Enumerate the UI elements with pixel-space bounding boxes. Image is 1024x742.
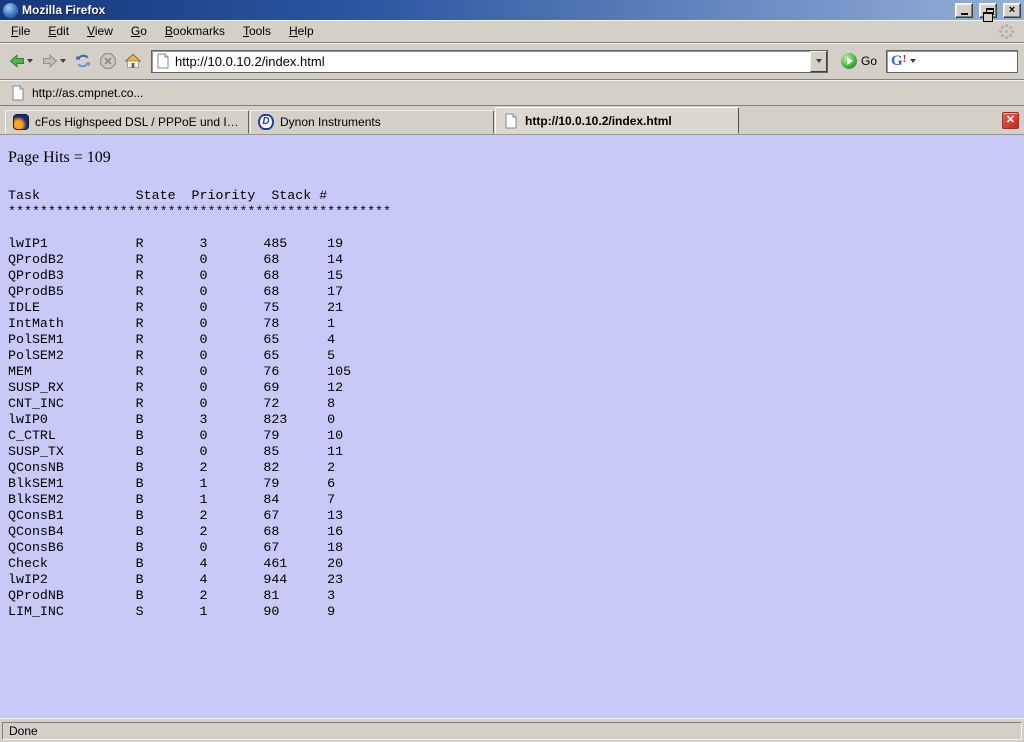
- browser-window: Mozilla Firefox × File Edit View Go Book…: [0, 0, 1024, 742]
- reload-icon: [75, 53, 91, 69]
- page-hits-text: Page Hits = 109: [8, 149, 1016, 167]
- cfos-icon: [13, 114, 29, 130]
- firefox-icon: [3, 3, 18, 18]
- home-button[interactable]: [122, 50, 144, 72]
- minimize-icon: [961, 13, 968, 15]
- tab-index-active[interactable]: http://10.0.10.2/index.html: [495, 107, 739, 134]
- minimize-button[interactable]: [955, 3, 973, 18]
- tab-label: Dynon Instruments: [280, 115, 381, 129]
- go-label: Go: [861, 54, 877, 68]
- close-tab-icon: ✕: [1006, 115, 1015, 126]
- back-dropdown-icon[interactable]: [27, 59, 33, 63]
- status-bar: Done: [0, 718, 1024, 742]
- bookmark-item[interactable]: http://as.cmpnet.co...: [10, 85, 143, 101]
- dynon-icon: D: [258, 114, 274, 130]
- address-bar[interactable]: [151, 50, 828, 73]
- page-icon: [10, 85, 26, 101]
- page-content: Page Hits = 109 Task State Priority Stac…: [0, 135, 1024, 718]
- menu-view[interactable]: View: [78, 21, 122, 41]
- search-box[interactable]: G!: [886, 50, 1018, 73]
- url-dropdown-button[interactable]: [810, 51, 827, 72]
- url-dropdown-icon: [816, 59, 822, 63]
- tab-dynon[interactable]: D Dynon Instruments: [250, 110, 494, 134]
- document-icon: [503, 113, 519, 129]
- task-table: Task State Priority Stack # ************…: [8, 188, 1016, 620]
- forward-arrow-icon: [42, 53, 58, 69]
- menu-bar: File Edit View Go Bookmarks Tools Help: [0, 20, 1024, 43]
- tab-label: cFos Highspeed DSL / PPPoE und ISDN CAP.…: [35, 115, 241, 129]
- close-icon: ×: [1009, 5, 1015, 16]
- restore-button[interactable]: [979, 3, 997, 18]
- forward-button[interactable]: [39, 50, 69, 72]
- go-button[interactable]: Go: [835, 53, 883, 69]
- reload-button[interactable]: [72, 50, 94, 72]
- back-button[interactable]: [6, 50, 36, 72]
- go-icon: [841, 53, 857, 69]
- navigation-toolbar: Go G!: [0, 43, 1024, 80]
- url-input[interactable]: [171, 54, 810, 69]
- page-icon: [155, 53, 171, 69]
- search-engine-dropdown-icon[interactable]: [910, 59, 916, 63]
- menu-file[interactable]: File: [2, 21, 39, 41]
- tab-cfos[interactable]: cFos Highspeed DSL / PPPoE und ISDN CAP.…: [5, 110, 249, 134]
- menu-tools[interactable]: Tools: [234, 21, 280, 41]
- status-text: Done: [2, 722, 1022, 740]
- activity-throbber-icon: [998, 23, 1014, 39]
- menu-bookmarks[interactable]: Bookmarks: [156, 21, 234, 41]
- menu-edit[interactable]: Edit: [39, 21, 78, 41]
- google-icon: G!: [891, 54, 906, 69]
- search-input[interactable]: [918, 53, 1013, 70]
- close-tab-button[interactable]: ✕: [1002, 112, 1019, 129]
- stop-button[interactable]: [97, 50, 119, 72]
- title-bar: Mozilla Firefox ×: [0, 0, 1024, 20]
- restore-icon: [986, 8, 994, 15]
- tab-bar: cFos Highspeed DSL / PPPoE und ISDN CAP.…: [0, 106, 1024, 135]
- close-button[interactable]: ×: [1003, 3, 1021, 18]
- bookmark-label: http://as.cmpnet.co...: [32, 86, 143, 100]
- window-title: Mozilla Firefox: [22, 3, 949, 17]
- back-arrow-icon: [9, 53, 25, 69]
- stop-icon: [100, 53, 116, 69]
- tab-label: http://10.0.10.2/index.html: [525, 114, 672, 128]
- menu-go[interactable]: Go: [122, 21, 156, 41]
- menu-help[interactable]: Help: [280, 21, 323, 41]
- home-icon: [125, 53, 141, 69]
- bookmarks-toolbar: http://as.cmpnet.co...: [0, 80, 1024, 106]
- forward-dropdown-icon[interactable]: [60, 59, 66, 63]
